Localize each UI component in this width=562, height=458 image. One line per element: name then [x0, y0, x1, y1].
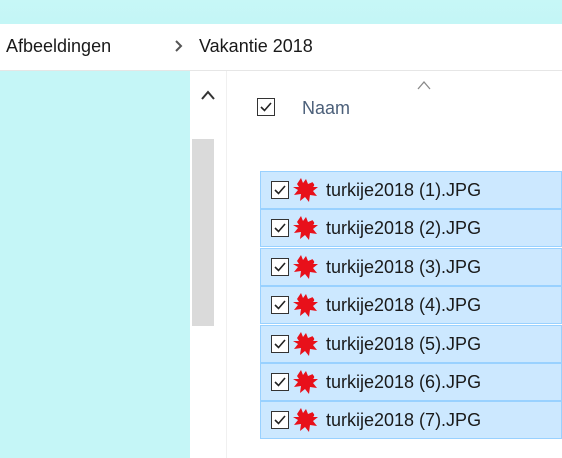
jpg-image-icon	[293, 408, 318, 433]
breadcrumb-item-afbeeldingen[interactable]: Afbeeldingen	[6, 36, 111, 57]
file-name[interactable]: turkije2018 (5).JPG	[326, 334, 481, 355]
jpg-image-icon	[293, 216, 318, 241]
jpg-image-icon	[293, 293, 318, 318]
file-explorer-window: Afbeeldingen Vakantie 2018 Naam turkije2…	[0, 24, 562, 458]
row-checkbox[interactable]	[271, 334, 289, 353]
file-row[interactable]: turkije2018 (2).JPG	[260, 209, 562, 248]
file-name[interactable]: turkije2018 (3).JPG	[326, 257, 481, 278]
file-row[interactable]: turkije2018 (7).JPG	[260, 401, 562, 440]
file-name[interactable]: turkije2018 (2).JPG	[326, 218, 481, 239]
row-checkbox[interactable]	[271, 373, 289, 391]
file-row[interactable]: turkije2018 (3).JPG	[260, 247, 562, 286]
breadcrumb-item-vakantie-2018[interactable]: Vakantie 2018	[199, 36, 313, 57]
checkmark-icon	[274, 300, 286, 310]
address-bar[interactable]: Afbeeldingen Vakantie 2018	[0, 24, 562, 71]
row-checkbox[interactable]	[271, 181, 289, 199]
file-name[interactable]: turkije2018 (6).JPG	[326, 372, 481, 393]
file-list: Naam turkije2018 (1).JPG turkije2018 (2).…	[227, 71, 562, 458]
row-checkbox[interactable]	[271, 296, 289, 315]
column-header-naam[interactable]: Naam	[302, 98, 350, 119]
checkmark-icon	[274, 415, 286, 426]
jpg-image-icon	[293, 370, 318, 394]
checkmark-icon	[260, 102, 272, 112]
row-checkbox[interactable]	[271, 219, 289, 238]
checkmark-icon	[274, 185, 286, 195]
select-all-checkbox[interactable]	[257, 98, 275, 116]
jpg-image-icon	[293, 254, 318, 279]
scrollbar-thumb[interactable]	[192, 139, 214, 326]
checkmark-icon	[274, 262, 286, 272]
checkmark-icon	[274, 339, 286, 349]
navigation-pane[interactable]	[0, 71, 190, 458]
checkmark-icon	[274, 377, 286, 387]
row-checkbox[interactable]	[271, 257, 289, 276]
checkmark-icon	[274, 223, 286, 234]
scroll-up-icon[interactable]	[200, 89, 216, 101]
file-row[interactable]: turkije2018 (4).JPG	[260, 286, 562, 325]
file-row[interactable]: turkije2018 (6).JPG	[260, 363, 562, 401]
jpg-image-icon	[293, 178, 318, 202]
file-name[interactable]: turkije2018 (1).JPG	[326, 180, 481, 201]
navigation-scrollbar[interactable]	[190, 71, 226, 458]
file-name[interactable]: turkije2018 (4).JPG	[326, 295, 481, 316]
sort-ascending-icon	[417, 81, 431, 90]
file-row[interactable]: turkije2018 (1).JPG	[260, 171, 562, 209]
file-row[interactable]: turkije2018 (5).JPG	[260, 324, 562, 363]
chevron-right-icon[interactable]	[172, 39, 186, 53]
file-name[interactable]: turkije2018 (7).JPG	[326, 410, 481, 431]
jpg-image-icon	[293, 331, 318, 356]
row-checkbox[interactable]	[271, 411, 289, 430]
